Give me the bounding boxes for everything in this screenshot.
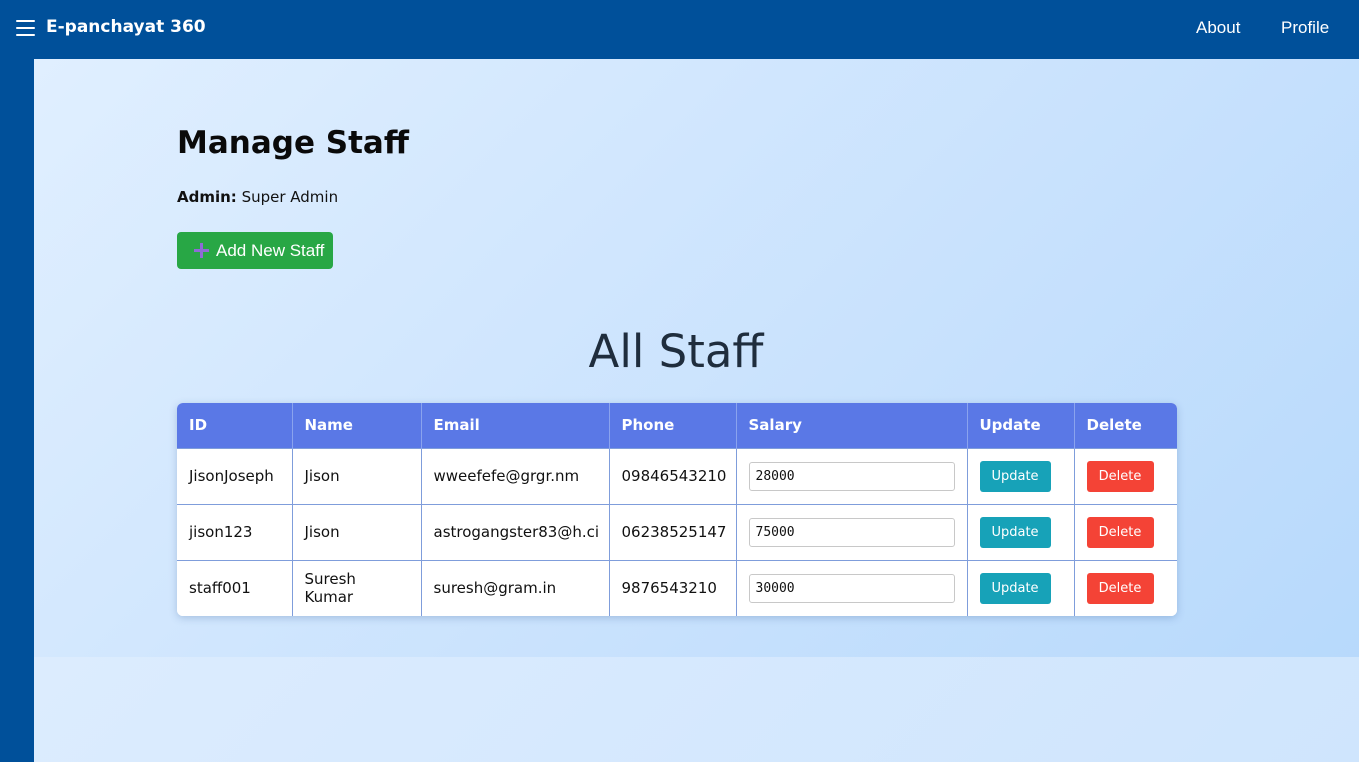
nav-link-profile[interactable]: Profile xyxy=(1281,18,1329,38)
content-footer-area xyxy=(34,657,1359,762)
table-row: staff001 Suresh Kumar suresh@gram.in 987… xyxy=(177,559,1177,616)
update-button[interactable]: Update xyxy=(979,460,1051,492)
cell-id: jison123 xyxy=(177,503,293,560)
delete-button[interactable]: Delete xyxy=(1086,516,1154,548)
salary-input[interactable] xyxy=(748,573,955,603)
staff-table: ID Name Email Phone Salary Update Delete… xyxy=(177,403,1177,616)
sidebar-strip xyxy=(0,59,34,762)
column-header-name: Name xyxy=(292,403,422,448)
cell-phone: 09846543210 xyxy=(609,447,737,504)
add-new-staff-button[interactable]: Add New Staff xyxy=(177,232,333,269)
cell-email: wweefefe@grgr.nm xyxy=(421,447,610,504)
cell-name: Jison xyxy=(292,447,422,504)
cell-email: suresh@gram.in xyxy=(421,559,610,616)
top-navbar: E-panchayat 360 About Profile xyxy=(0,0,1359,59)
delete-button[interactable]: Delete xyxy=(1086,460,1154,492)
cell-update: Update xyxy=(967,503,1075,560)
admin-name: Super Admin xyxy=(241,188,339,206)
cell-delete: Delete xyxy=(1074,447,1177,504)
cell-id: JisonJoseph xyxy=(177,447,293,504)
column-header-salary: Salary xyxy=(736,403,968,448)
main-content: Manage Staff Admin: Super Admin Add New … xyxy=(34,59,1359,762)
delete-button[interactable]: Delete xyxy=(1086,572,1154,604)
add-new-staff-label: Add New Staff xyxy=(216,241,325,260)
plus-icon xyxy=(194,243,209,258)
table-row: JisonJoseph Jison wweefefe@grgr.nm 09846… xyxy=(177,447,1177,504)
cell-salary xyxy=(736,503,968,560)
cell-id: staff001 xyxy=(177,559,293,616)
salary-input[interactable] xyxy=(748,461,955,491)
cell-phone: 9876543210 xyxy=(609,559,737,616)
column-header-delete: Delete xyxy=(1074,403,1177,448)
admin-label: Admin: xyxy=(177,188,237,206)
cell-update: Update xyxy=(967,447,1075,504)
nav-link-about[interactable]: About xyxy=(1196,18,1240,38)
column-header-id: ID xyxy=(177,403,293,448)
table-header-row: ID Name Email Phone Salary Update Delete xyxy=(177,403,1177,448)
page-title: Manage Staff xyxy=(177,125,409,161)
table-row: jison123 Jison astrogangster83@h.ci 0623… xyxy=(177,503,1177,560)
cell-delete: Delete xyxy=(1074,559,1177,616)
cell-name: Jison xyxy=(292,503,422,560)
hamburger-menu-icon[interactable] xyxy=(16,19,35,38)
cell-update: Update xyxy=(967,559,1075,616)
brand-title[interactable]: E-panchayat 360 xyxy=(46,17,206,37)
cell-phone: 06238525147 xyxy=(609,503,737,560)
admin-info: Admin: Super Admin xyxy=(177,188,338,206)
cell-name: Suresh Kumar xyxy=(292,559,422,616)
update-button[interactable]: Update xyxy=(979,572,1051,604)
cell-email: astrogangster83@h.ci xyxy=(421,503,610,560)
staff-table-container: ID Name Email Phone Salary Update Delete… xyxy=(177,403,1177,616)
update-button[interactable]: Update xyxy=(979,516,1051,548)
salary-input[interactable] xyxy=(748,517,955,547)
cell-delete: Delete xyxy=(1074,503,1177,560)
column-header-update: Update xyxy=(967,403,1075,448)
column-header-phone: Phone xyxy=(609,403,737,448)
column-header-email: Email xyxy=(421,403,610,448)
all-staff-heading: All Staff xyxy=(588,325,764,378)
cell-salary xyxy=(736,559,968,616)
cell-salary xyxy=(736,447,968,504)
